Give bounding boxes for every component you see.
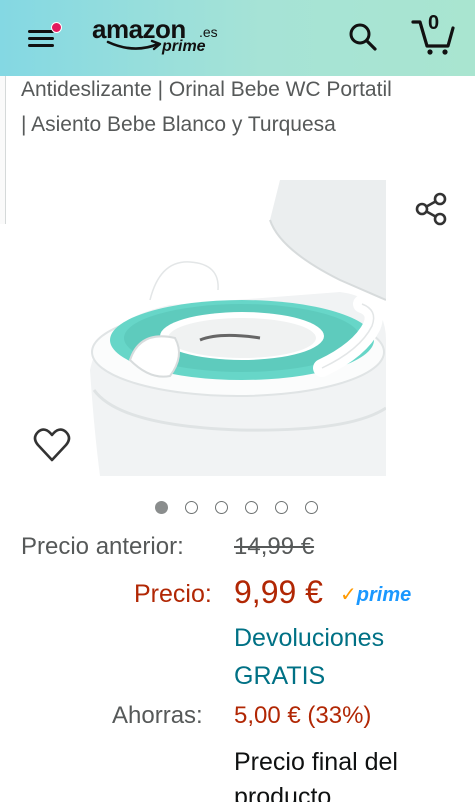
top-navigation-bar: amazon .es prime 0 <box>0 0 475 76</box>
heart-icon <box>33 428 71 462</box>
price-value: 9,99 € <box>234 574 323 610</box>
carousel-dot[interactable] <box>215 501 228 514</box>
free-returns-link[interactable]: Devoluciones GRATIS <box>234 619 434 695</box>
product-image[interactable] <box>90 180 386 476</box>
share-button[interactable] <box>412 190 452 228</box>
price-label: Precio: <box>134 580 212 608</box>
product-title: Antideslizante | Orinal Bebe WC Portatil… <box>21 78 392 136</box>
logo-prime-label: prime <box>162 38 206 55</box>
potty-seat-product-image <box>90 180 386 476</box>
search-icon <box>349 23 377 51</box>
search-button[interactable] <box>346 20 380 54</box>
hamburger-bar <box>28 37 54 40</box>
amazon-prime-logo[interactable]: amazon .es prime <box>92 14 224 60</box>
hamburger-menu-icon <box>28 30 54 33</box>
prime-check-icon: ✓ <box>340 584 357 606</box>
scroll-edge-indicator <box>0 76 6 224</box>
smile-arrow-icon <box>106 39 162 51</box>
carousel-dot-active[interactable] <box>155 501 168 514</box>
prime-badge: ✓prime <box>340 582 411 607</box>
notification-dot-icon <box>51 22 62 33</box>
cart-item-count: 0 <box>428 12 440 34</box>
prime-badge-label: prime <box>356 584 412 606</box>
carousel-dot[interactable] <box>185 501 198 514</box>
carousel-dot[interactable] <box>245 501 258 514</box>
share-icon <box>415 192 447 226</box>
hamburger-menu-button[interactable] <box>24 22 62 52</box>
final-price-note: Precio final del producto <box>234 748 398 802</box>
savings-value: 5,00 € (33%) <box>234 702 372 729</box>
image-carousel-indicator <box>155 500 325 516</box>
carousel-dot[interactable] <box>305 501 318 514</box>
previous-price-value: 14,99 € <box>234 533 315 560</box>
hamburger-bar <box>28 44 54 47</box>
previous-price-label: Precio anterior: <box>21 533 184 560</box>
carousel-dot[interactable] <box>275 501 288 514</box>
savings-label: Ahorras: <box>112 702 203 729</box>
add-to-wishlist-button[interactable] <box>32 426 72 464</box>
cart-button[interactable]: 0 <box>410 12 456 56</box>
